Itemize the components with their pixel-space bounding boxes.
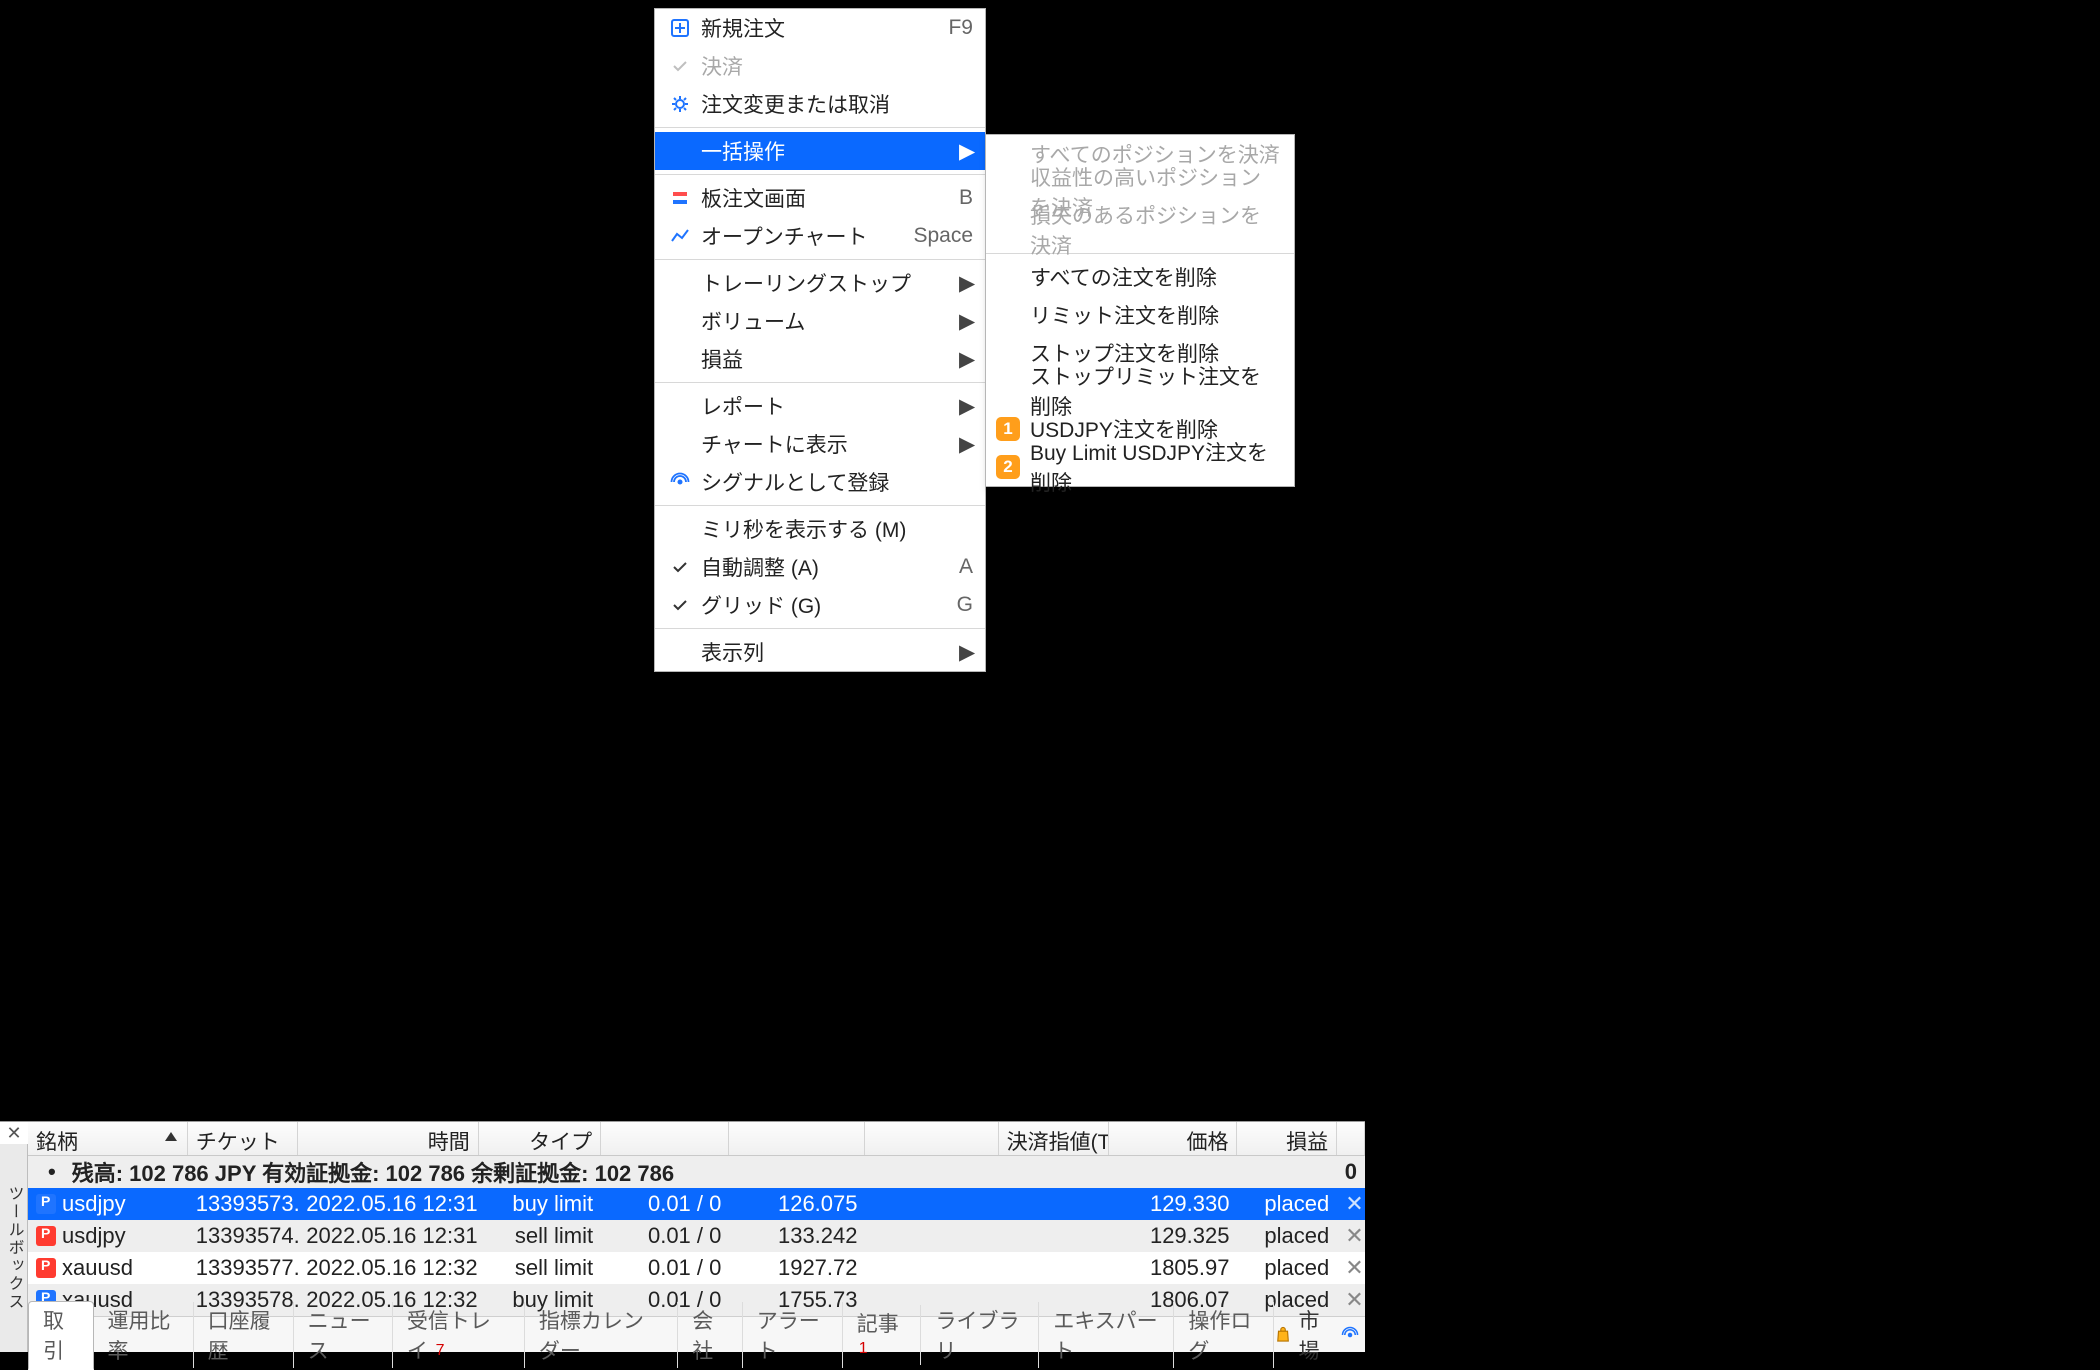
col-sl[interactable] (865, 1122, 998, 1155)
status-badge: placed (1237, 1191, 1337, 1217)
pending-sell-icon (36, 1226, 56, 1246)
submenu-delete-limit[interactable]: リミット注文を削除 (986, 296, 1294, 334)
tab-history[interactable]: 口座履歴 (194, 1302, 294, 1368)
balance-text: 残高: 102 786 JPY 有効証拠金: 102 786 余剰証拠金: 10… (64, 1156, 1237, 1188)
menu-auto-arrange[interactable]: 自動調整 (A)A (655, 548, 985, 586)
toolbox-vertical-label: ツールボックス (0, 1144, 28, 1352)
new-order-icon (670, 18, 690, 38)
col-tp[interactable]: 決済指値(T... (999, 1122, 1110, 1155)
mailbox-badge: 7 (436, 1342, 445, 1359)
close-order-icon[interactable]: ✕ (1337, 1223, 1365, 1249)
check-icon (671, 558, 689, 576)
toolbox-panel: ✕ ツールボックス 銘柄 チケット 時間 タイプ 決済指値(T... 価格 損益… (0, 1121, 1365, 1352)
tab-articles[interactable]: 記事 1 (843, 1305, 922, 1365)
chevron-right-icon: ▶ (959, 640, 973, 665)
col-ticket[interactable]: チケット (188, 1122, 299, 1155)
context-menu: 新規注文 F9 決済 注文変更または取消 一括操作 ▶ 板注文画面 B オープン… (654, 8, 986, 672)
pending-buy-icon (36, 1194, 56, 1214)
menu-register-signal[interactable]: シグナルとして登録 (655, 463, 985, 501)
chevron-right-icon: ▶ (959, 271, 973, 296)
balance-row: • 残高: 102 786 JPY 有効証拠金: 102 786 余剰証拠金: … (28, 1156, 1365, 1188)
market-icon (1274, 1324, 1292, 1346)
tab-market[interactable]: 市場 (1299, 1305, 1333, 1365)
signal-icon (1341, 1324, 1359, 1346)
chevron-right-icon: ▶ (959, 394, 973, 419)
chevron-right-icon: ▶ (959, 309, 973, 334)
submenu-delete-stoplimit[interactable]: ストップリミット注文を削除 (986, 372, 1294, 410)
panel-close-button[interactable]: ✕ (3, 1122, 25, 1144)
menu-grid[interactable]: グリッド (G)G (655, 586, 985, 624)
menu-show-ms[interactable]: ミリ秒を表示する (M) (655, 510, 985, 548)
tab-mailbox[interactable]: 受信トレイ 7 (393, 1302, 525, 1368)
submenu-delete-buylimit-usdjpy[interactable]: 2Buy Limit USDJPY注文を削除 (986, 448, 1294, 486)
tab-alert[interactable]: アラート (743, 1302, 843, 1368)
hotkey-2-badge: 2 (996, 455, 1020, 479)
menu-profit[interactable]: 損益▶ (655, 340, 985, 378)
chart-icon (670, 226, 690, 246)
sort-asc-icon (165, 1132, 177, 1141)
status-badge: placed (1237, 1255, 1337, 1281)
col-time[interactable]: 時間 (298, 1122, 478, 1155)
menu-volume[interactable]: ボリューム▶ (655, 302, 985, 340)
menu-show-on-chart[interactable]: チャートに表示▶ (655, 425, 985, 463)
depth-icon (670, 188, 690, 208)
grid-header[interactable]: 銘柄 チケット 時間 タイプ 決済指値(T... 価格 損益 (28, 1122, 1365, 1156)
chevron-right-icon: ▶ (959, 432, 973, 457)
menu-depth-of-market[interactable]: 板注文画面 B (655, 179, 985, 217)
tab-company[interactable]: 会社 (678, 1302, 743, 1368)
signal-icon (670, 472, 690, 492)
tab-news[interactable]: ニュース (294, 1302, 393, 1368)
menu-close-order: 決済 (655, 47, 985, 85)
toolbox-tabs: 取引 運用比率 口座履歴 ニュース 受信トレイ 7 指標カレンダー 会社 アラー… (28, 1316, 1365, 1352)
col-pl[interactable]: 損益 (1237, 1122, 1337, 1155)
close-order-icon[interactable]: ✕ (1337, 1255, 1365, 1281)
table-row[interactable]: usdjpy 13393574... 2022.05.16 12:31:54 s… (28, 1220, 1365, 1252)
menu-open-chart[interactable]: オープンチャート Space (655, 217, 985, 255)
menu-report[interactable]: レポート▶ (655, 387, 985, 425)
menu-columns[interactable]: 表示列▶ (655, 633, 985, 671)
chevron-right-icon: ▶ (959, 347, 973, 372)
orders-grid: 銘柄 チケット 時間 タイプ 決済指値(T... 価格 損益 • 残高: 102… (28, 1122, 1365, 1316)
balance-pl: 0 (1237, 1159, 1365, 1185)
tab-calendar[interactable]: 指標カレンダー (525, 1302, 678, 1368)
check-icon (671, 596, 689, 614)
tab-trade[interactable]: 取引 (28, 1301, 94, 1370)
pending-sell-icon (36, 1258, 56, 1278)
col-symbol[interactable]: 銘柄 (36, 1131, 78, 1154)
col-price[interactable]: 価格 (1109, 1122, 1237, 1155)
menu-trailing-stop[interactable]: トレーリングストップ▶ (655, 264, 985, 302)
menu-modify-order[interactable]: 注文変更または取消 (655, 85, 985, 123)
status-badge: placed (1237, 1223, 1337, 1249)
close-order-icon[interactable]: ✕ (1337, 1191, 1365, 1217)
menu-new-order[interactable]: 新規注文 F9 (655, 9, 985, 47)
table-row[interactable]: xauusd 13393577... 2022.05.16 12:32:03 s… (28, 1252, 1365, 1284)
col-open-price[interactable] (729, 1122, 865, 1155)
tab-journal[interactable]: 操作ログ (1174, 1302, 1274, 1368)
col-volume[interactable] (601, 1122, 729, 1155)
col-type[interactable]: タイプ (479, 1122, 601, 1155)
bulk-submenu: すべてのポジションを決済 収益性の高いポジションを決済 損失のあるポジションを決… (985, 134, 1295, 487)
hotkey-1-badge: 1 (996, 417, 1020, 441)
tab-exposure[interactable]: 運用比率 (94, 1302, 194, 1368)
check-icon (670, 56, 690, 76)
gear-icon (670, 94, 690, 114)
articles-badge: 1 (859, 1340, 868, 1357)
tab-library[interactable]: ライブラリ (921, 1302, 1039, 1368)
table-row[interactable]: usdjpy 13393573... 2022.05.16 12:31:50 b… (28, 1188, 1365, 1220)
submenu-close-loss: 損失のあるポジションを決済 (986, 211, 1294, 249)
menu-bulk-operations[interactable]: 一括操作 ▶ (655, 132, 985, 170)
tab-expert[interactable]: エキスパート (1039, 1302, 1174, 1368)
chevron-right-icon: ▶ (959, 139, 973, 164)
submenu-delete-all[interactable]: すべての注文を削除 (986, 258, 1294, 296)
